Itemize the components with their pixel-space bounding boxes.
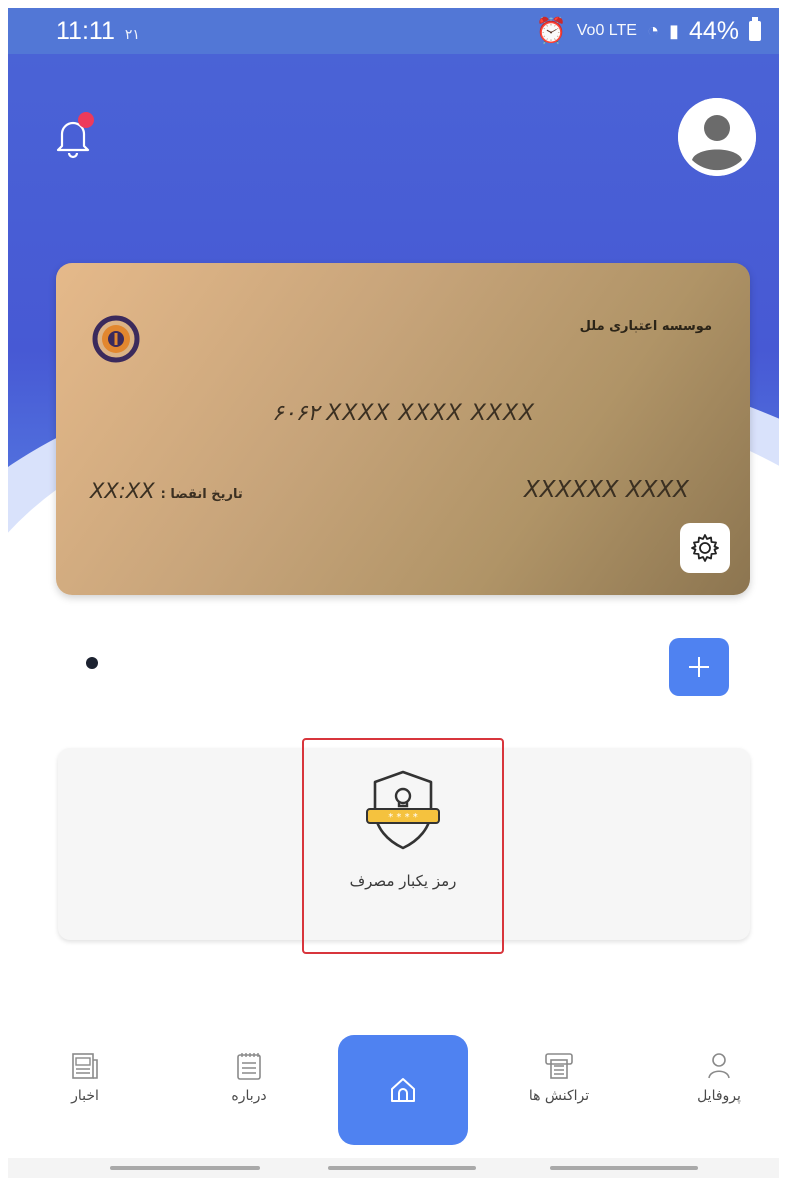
expiry-value: XX:XX: [90, 479, 155, 503]
card-number: ۶۰۶۲ XXXX XXXX XXXX: [272, 401, 536, 426]
add-card-button[interactable]: [669, 638, 729, 696]
notification-dot: [78, 112, 94, 128]
alarm-icon: ⏰: [535, 16, 567, 45]
card-settings-button[interactable]: [680, 523, 730, 573]
bank-logo-icon: [92, 315, 140, 363]
status-icons: ⏰ Vo0 LTE ◔ ▮ 44%: [536, 17, 761, 46]
bank-card[interactable]: موسسه اعتباری ملل ۶۰۶۲ XXXX XXXX XXXX XX…: [56, 263, 750, 595]
notepad-icon: [237, 1053, 261, 1080]
nav-label-profile: پروفایل: [697, 1088, 741, 1104]
system-recent-handle[interactable]: [550, 1166, 698, 1170]
status-bar: 11:11 ۲۱ ⏰ Vo0 LTE ◔ ▮ 44%: [8, 8, 779, 54]
user-icon: [708, 1053, 730, 1079]
expiry-label: : تاریخ انقضا: [160, 487, 243, 502]
status-time: 11:11 ۲۱: [56, 17, 140, 46]
nav-label-about: درباره: [231, 1088, 267, 1104]
nav-item-transactions[interactable]: تراکنش ها: [504, 1050, 614, 1130]
profile-avatar[interactable]: [678, 98, 756, 176]
card-pager-dot[interactable]: [86, 657, 98, 669]
nav-item-home[interactable]: [338, 1035, 468, 1145]
card-holder: XXXXXX XXXX: [524, 477, 689, 503]
system-nav-bar: [8, 1158, 779, 1178]
nav-item-profile[interactable]: پروفایل: [664, 1050, 774, 1130]
nav-label-transactions: تراکنش ها: [528, 1088, 590, 1104]
battery-text: 44%: [688, 16, 739, 45]
newspaper-icon: [72, 1053, 98, 1079]
bottom-navigation: اخبار درباره تراکنش ها پروفایل: [8, 1030, 779, 1160]
plus-icon: [689, 657, 709, 677]
status-time-text: 11:11: [56, 16, 115, 45]
avatar-icon: [678, 98, 756, 176]
nav-label-news: اخبار: [71, 1088, 99, 1104]
system-home-handle[interactable]: [328, 1166, 476, 1170]
wifi-icon: ◔: [646, 19, 660, 42]
bank-name: موسسه اعتباری ملل: [579, 319, 712, 334]
nav-item-about[interactable]: درباره: [194, 1050, 304, 1130]
home-icon: [391, 1078, 415, 1102]
transactions-icon: [545, 1053, 573, 1079]
gear-icon: [691, 534, 719, 562]
otp-highlight-box: [302, 738, 504, 954]
system-back-handle[interactable]: [110, 1166, 260, 1170]
signal-icon: ▮: [669, 20, 679, 41]
battery-icon: [749, 17, 761, 41]
network-label: Vo0 LTE: [576, 22, 637, 39]
status-time-suffix: ۲۱: [124, 25, 140, 42]
card-expiry: XX:XX : تاریخ انقضا: [90, 479, 243, 503]
notification-bell-icon[interactable]: [50, 112, 96, 160]
nav-item-news[interactable]: اخبار: [30, 1050, 140, 1130]
